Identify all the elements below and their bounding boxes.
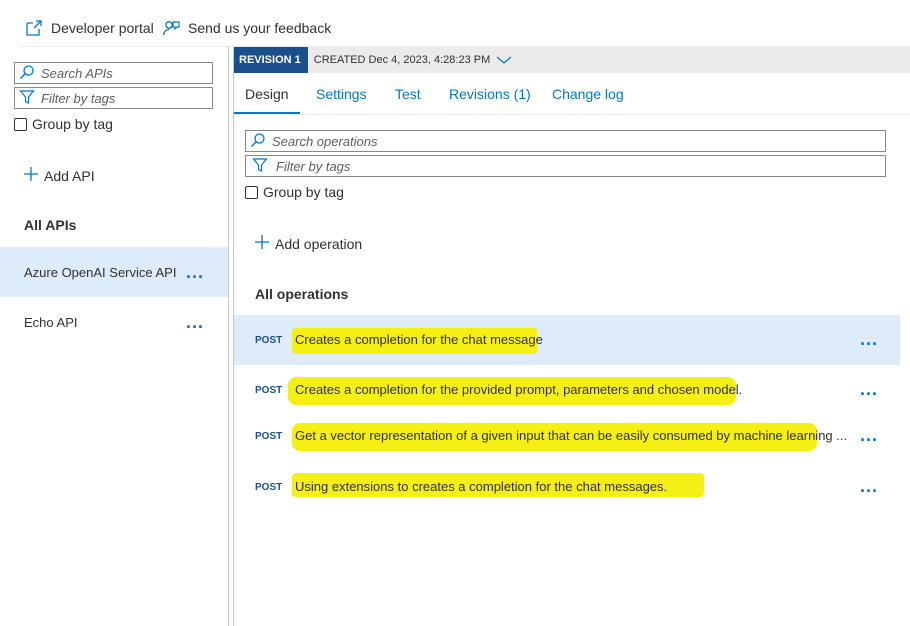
filter-tags-input[interactable]: Filter by tags [14, 87, 213, 109]
tab-test[interactable]: Test [395, 86, 421, 102]
tab-change-log[interactable]: Change log [552, 86, 624, 102]
plus-icon [24, 167, 38, 184]
operation-name: Creates a completion for the chat messag… [295, 332, 543, 347]
more-options-icon[interactable]: ... [860, 426, 878, 444]
tab-revisions[interactable]: Revisions (1) [449, 86, 531, 102]
add-operation-label: Add operation [275, 235, 363, 252]
api-item-azure-openai[interactable]: Azure OpenAI Service API ... [0, 247, 228, 297]
revision-badge: REVISION 1 [234, 47, 308, 73]
search-apis-placeholder: Search APIs [41, 65, 113, 81]
operation-name: Get a vector representation of a given i… [295, 428, 848, 443]
method-badge: POST [255, 431, 283, 442]
more-options-icon[interactable]: ... [860, 380, 878, 398]
operation-row[interactable]: POST Creates a completion for the provid… [234, 365, 900, 415]
more-options-icon[interactable]: ... [860, 477, 878, 495]
revision-bar: REVISION 1 CREATED Dec 4, 2023, 4:28:23 … [234, 47, 910, 73]
filter-icon [252, 157, 268, 176]
operation-name: Using extensions to creates a completion… [295, 479, 668, 494]
method-badge: POST [255, 482, 283, 493]
feedback-icon [162, 19, 180, 37]
checkbox-box[interactable] [245, 185, 258, 199]
api-item-echo[interactable]: Echo API ... [0, 297, 228, 347]
group-by-tag-checkbox[interactable]: Group by tag [245, 184, 344, 200]
operation-name: Creates a completion for the provided pr… [295, 382, 743, 397]
top-toolbar: Developer portal Send us your feedback [0, 0, 910, 46]
search-icon [19, 64, 35, 83]
group-by-tag-label: Group by tag [32, 116, 113, 132]
method-badge: POST [255, 385, 283, 396]
add-api-label: Add API [44, 167, 95, 184]
developer-portal-label: Developer portal [51, 20, 154, 36]
feedback-label: Send us your feedback [188, 20, 332, 36]
method-badge: POST [255, 335, 283, 346]
filter-tags-placeholder: Filter by tags [41, 90, 116, 106]
api-item-label: Echo API [24, 314, 78, 330]
active-tab-indicator [234, 112, 300, 114]
api-list-pane: Search APIs Filter by tags Group by tag … [0, 47, 229, 626]
tab-design[interactable]: Design [245, 86, 289, 102]
search-operations-placeholder: Search operations [272, 133, 378, 149]
filter-icon [19, 89, 35, 108]
filter-operations-input[interactable]: Filter by tags [245, 155, 886, 177]
add-api-button[interactable]: Add API [24, 167, 95, 184]
more-options-icon[interactable]: ... [186, 313, 204, 331]
chevron-down-icon[interactable] [490, 53, 512, 68]
operation-row[interactable]: POST Using extensions to creates a compl… [234, 465, 900, 515]
revision-created: CREATED Dec 4, 2023, 4:28:23 PM [313, 54, 491, 66]
group-by-tag-checkbox[interactable]: Group by tag [14, 116, 113, 132]
developer-portal-button[interactable]: Developer portal [25, 19, 154, 37]
group-by-tag-label: Group by tag [263, 184, 344, 200]
feedback-button[interactable]: Send us your feedback [162, 19, 331, 37]
operation-row[interactable]: POST Creates a completion for the chat m… [234, 315, 900, 365]
search-operations-input[interactable]: Search operations [245, 130, 886, 152]
more-options-icon[interactable]: ... [186, 263, 204, 281]
search-icon [250, 132, 266, 151]
all-apis-heading: All APIs [24, 217, 77, 233]
tab-settings[interactable]: Settings [316, 86, 367, 102]
api-detail-pane: REVISION 1 CREATED Dec 4, 2023, 4:28:23 … [233, 47, 910, 626]
checkbox-box[interactable] [14, 117, 27, 131]
operation-row[interactable]: POST Get a vector representation of a gi… [234, 415, 900, 465]
plus-icon [255, 235, 269, 252]
filter-operations-placeholder: Filter by tags [276, 158, 351, 174]
add-operation-button[interactable]: Add operation [255, 235, 362, 252]
more-options-icon[interactable]: ... [860, 330, 878, 348]
tab-bar: Design Settings Test Revisions (1) Chang… [234, 73, 910, 115]
api-item-label: Azure OpenAI Service API [24, 264, 177, 280]
all-operations-heading: All operations [255, 286, 349, 302]
search-apis-input[interactable]: Search APIs [14, 62, 213, 84]
external-link-icon [25, 19, 43, 37]
